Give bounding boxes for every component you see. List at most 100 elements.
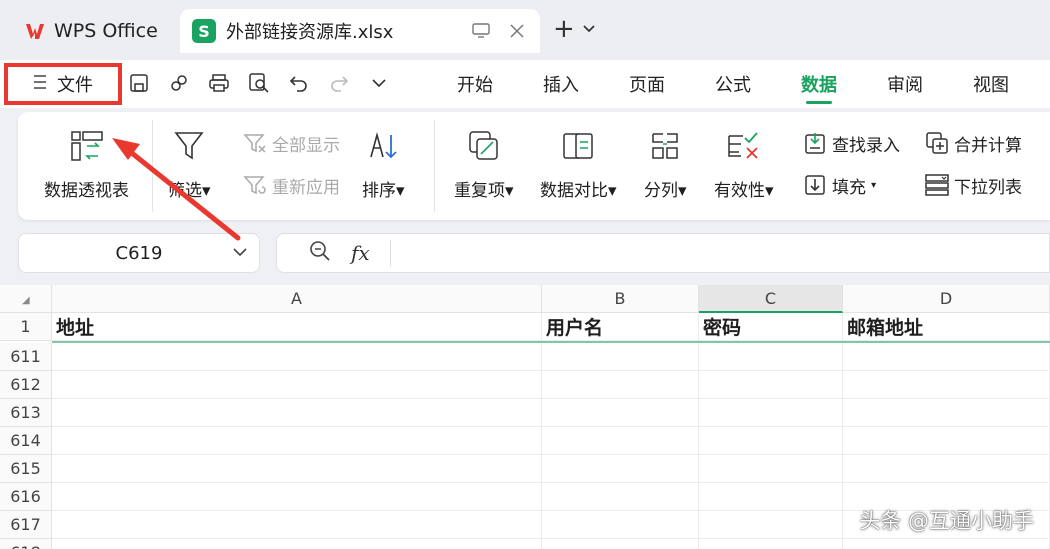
cell-d1[interactable]: 邮箱地址 [843, 313, 1050, 341]
row-header[interactable]: 615 [0, 455, 52, 483]
insert-function-button[interactable]: fx [351, 241, 370, 265]
tab-view[interactable]: 视图 [948, 60, 1034, 108]
row-header[interactable]: 611 [0, 343, 52, 371]
row-header[interactable]: 612 [0, 371, 52, 399]
close-tab-icon[interactable] [504, 18, 530, 44]
cell-c1[interactable]: 密码 [699, 313, 843, 341]
table-cell[interactable] [843, 427, 1050, 455]
select-all-corner[interactable]: ◢ [0, 285, 52, 313]
hamburger-icon [33, 74, 47, 95]
more-chevron-icon[interactable] [366, 70, 392, 96]
table-cell[interactable] [542, 399, 699, 427]
cell-b1[interactable]: 用户名 [542, 313, 699, 341]
new-tab-button[interactable]: + [553, 14, 595, 44]
table-cell[interactable] [52, 455, 542, 483]
table-cell[interactable] [542, 539, 699, 549]
dropdown-list-icon [924, 172, 950, 198]
table-cell[interactable] [699, 455, 843, 483]
formula-input[interactable] [411, 238, 1049, 268]
row-header[interactable]: 618 [0, 539, 52, 549]
column-header-c[interactable]: C [699, 285, 843, 313]
row-header[interactable]: 616 [0, 483, 52, 511]
print-preview-icon[interactable] [246, 70, 272, 96]
undo-icon[interactable] [286, 70, 312, 96]
save-icon[interactable] [126, 70, 152, 96]
show-all-label: 全部显示 [272, 135, 340, 156]
consolidate-label: 合并计算 [954, 135, 1022, 156]
redo-icon[interactable] [326, 70, 352, 96]
compare-button[interactable]: 数据对比▾ [540, 128, 617, 201]
tab-data[interactable]: 数据 [776, 60, 862, 108]
row-header[interactable]: 617 [0, 511, 52, 539]
chevron-down-icon[interactable] [583, 21, 595, 37]
tab-insert[interactable]: 插入 [518, 60, 604, 108]
table-cell[interactable] [843, 539, 1050, 549]
table-cell[interactable] [542, 511, 699, 539]
filter-button[interactable]: 筛选▾ [168, 128, 211, 201]
split-button[interactable]: 分列▾ [644, 128, 687, 201]
duplicates-button[interactable]: 重复项▾ [454, 128, 514, 201]
table-cell[interactable] [52, 483, 542, 511]
show-all-button[interactable]: 全部显示 [242, 130, 340, 156]
column-header-b[interactable]: B [542, 285, 699, 313]
column-header-d[interactable]: D [843, 285, 1050, 313]
table-cell[interactable] [699, 483, 843, 511]
table-cell[interactable] [843, 455, 1050, 483]
row-header[interactable]: 1 [0, 313, 52, 341]
column-header-a[interactable]: A [52, 285, 542, 313]
row-header[interactable]: 614 [0, 427, 52, 455]
sort-button[interactable]: 排序▾ [362, 128, 405, 201]
table-cell[interactable] [542, 455, 699, 483]
cell-a1[interactable]: 地址 [52, 313, 542, 341]
wps-home-tab[interactable]: WPS Office [10, 10, 170, 52]
split-label: 分列 [644, 181, 678, 201]
lookup-entry-button[interactable]: 查找录入 [802, 130, 900, 156]
table-cell[interactable] [52, 539, 542, 549]
table-cell[interactable] [843, 371, 1050, 399]
reapply-button[interactable]: 重新应用 [242, 172, 340, 198]
file-tab[interactable]: S 外部链接资源库.xlsx [180, 9, 540, 53]
tab-formula[interactable]: 公式 [690, 60, 776, 108]
name-box[interactable]: C619 [18, 233, 260, 273]
table-cell[interactable] [542, 371, 699, 399]
fill-button[interactable]: 填充 ▾ [802, 172, 876, 198]
table-cell[interactable] [52, 371, 542, 399]
compare-label: 数据对比 [540, 181, 608, 201]
table-cell[interactable] [699, 399, 843, 427]
tab-review[interactable]: 审阅 [862, 60, 948, 108]
table-cell[interactable] [542, 483, 699, 511]
table-cell[interactable] [542, 427, 699, 455]
table-cell[interactable] [843, 399, 1050, 427]
table-cell[interactable] [699, 539, 843, 549]
table-cell[interactable] [52, 427, 542, 455]
table-cell[interactable] [699, 371, 843, 399]
print-icon[interactable] [206, 70, 232, 96]
dropdown-list-button[interactable]: 下拉列表 [924, 172, 1022, 198]
validity-button[interactable]: 有效性▾ [714, 128, 774, 201]
consolidate-button[interactable]: 合并计算 [924, 130, 1022, 156]
pivot-table-button[interactable]: 数据透视表 [44, 128, 129, 201]
output-icon[interactable] [166, 70, 192, 96]
table-cell[interactable] [699, 427, 843, 455]
file-tab-title: 外部链接资源库.xlsx [226, 22, 394, 43]
table-cell[interactable] [699, 511, 843, 539]
filter-icon [171, 128, 207, 164]
table-cell[interactable] [843, 343, 1050, 371]
row-header[interactable]: 613 [0, 399, 52, 427]
file-menu-button[interactable]: 文件 [4, 63, 122, 105]
table-cell[interactable] [52, 399, 542, 427]
zoom-search-icon[interactable] [309, 240, 331, 267]
table-cell[interactable] [699, 343, 843, 371]
table-cell[interactable] [542, 343, 699, 371]
sort-caret-icon: ▾ [396, 181, 405, 201]
table-cell[interactable] [52, 343, 542, 371]
tab-page[interactable]: 页面 [604, 60, 690, 108]
tab-home[interactable]: 开始 [432, 60, 518, 108]
title-bar: WPS Office S 外部链接资源库.xlsx + [0, 0, 1050, 60]
table-cell[interactable] [52, 511, 542, 539]
chevron-down-icon[interactable] [233, 245, 247, 261]
reapply-label: 重新应用 [272, 177, 340, 198]
monitor-icon[interactable] [468, 18, 494, 44]
compare-icon [560, 128, 596, 164]
validity-caret-icon: ▾ [765, 181, 774, 201]
